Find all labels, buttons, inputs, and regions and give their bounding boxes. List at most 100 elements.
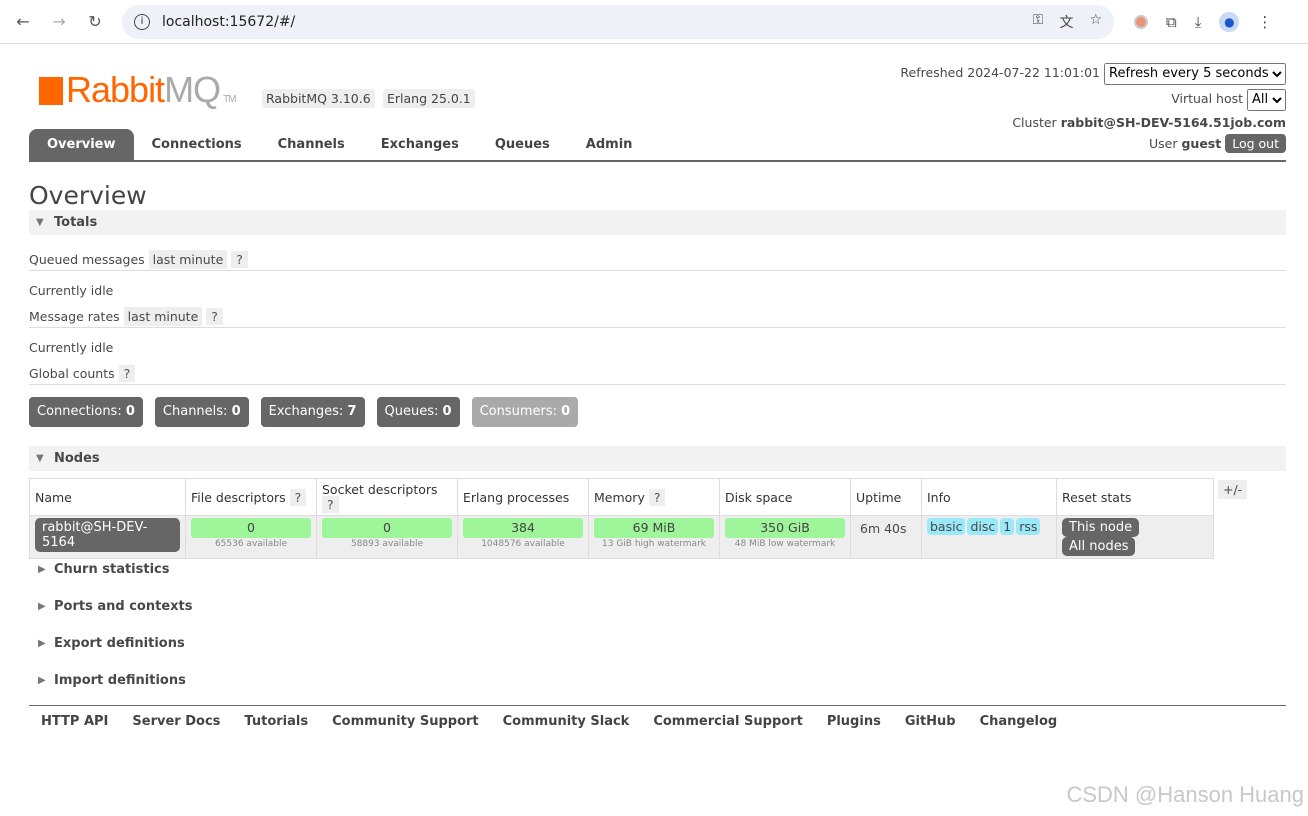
nodes-table: Name File descriptors ? Socket descripto…	[29, 478, 1214, 559]
disk-watermark: 48 MiB low watermark	[734, 539, 836, 549]
logo-text: Rabbit	[66, 69, 165, 110]
collapse-triangle-icon: ▼	[36, 453, 44, 464]
node-name-link[interactable]: rabbit@SH-DEV-5164	[35, 518, 180, 552]
footer-link-tutorials[interactable]: Tutorials	[244, 714, 308, 729]
vhost-label: Virtual host	[1171, 91, 1244, 106]
download-icon[interactable]: ⤓	[1195, 13, 1202, 31]
expand-triangle-icon: ▶	[38, 564, 46, 575]
rates-idle-text: Currently idle	[29, 340, 114, 355]
logout-button[interactable]: Log out	[1225, 134, 1286, 153]
tab-queues[interactable]: Queues	[477, 129, 568, 160]
nodes-section-header[interactable]: ▼ Nodes	[29, 446, 1286, 471]
help-button[interactable]: ?	[206, 308, 223, 325]
sd-available: 58893 available	[350, 539, 424, 549]
footer-link-community-support[interactable]: Community Support	[332, 714, 479, 729]
expand-triangle-icon: ▶	[38, 638, 46, 649]
footer-link-changelog[interactable]: Changelog	[980, 714, 1058, 729]
tab-exchanges[interactable]: Exchanges	[363, 129, 477, 160]
forward-icon[interactable]: →	[46, 12, 72, 31]
star-icon[interactable]: ☆	[1089, 12, 1102, 32]
footer-link-github[interactable]: GitHub	[905, 714, 956, 729]
profile-avatar-icon[interactable]: ●	[1219, 11, 1240, 32]
footer-link-community-slack[interactable]: Community Slack	[503, 714, 630, 729]
help-button[interactable]: ?	[118, 365, 136, 382]
address-bar[interactable]: i localhost:15672/#/ ⚿ 文 ☆	[122, 4, 1114, 39]
cluster-name: rabbit@SH-DEV-5164.51job.com	[1060, 115, 1286, 130]
help-button[interactable]: ?	[648, 488, 666, 506]
info-tag: rss	[1016, 518, 1041, 535]
expand-triangle-icon: ▶	[38, 601, 46, 612]
rabbitmq-logo[interactable]: Rabbit MQ TM	[39, 69, 237, 111]
queued-range-selector[interactable]: last minute	[148, 250, 228, 269]
info-tag: disc	[967, 518, 999, 535]
back-icon[interactable]: ←	[10, 12, 36, 31]
memory-watermark: 13 GiB high watermark	[602, 539, 706, 549]
export-definitions-section[interactable]: ▶ Export definitions	[29, 636, 185, 651]
menu-kebab-icon[interactable]: ⋮	[1257, 13, 1272, 31]
section-title: Import definitions	[54, 673, 186, 688]
column-toggle-button[interactable]: +/-	[1218, 480, 1248, 499]
queued-idle-text: Currently idle	[29, 283, 114, 298]
browser-toolbar: ← → ↻ i localhost:15672/#/ ⚿ 文 ☆ ⧉ ⤓ ● ⋮	[0, 0, 1308, 44]
connections-count-button[interactable]: Connections: 0	[29, 397, 143, 427]
footer-link-server-docs[interactable]: Server Docs	[132, 714, 220, 729]
rabbitmq-version: RabbitMQ 3.10.6	[262, 89, 375, 108]
queued-messages-label: Queued messages	[29, 252, 145, 267]
exchanges-count-button[interactable]: Exchanges: 7	[260, 397, 365, 427]
tab-admin[interactable]: Admin	[568, 129, 651, 160]
disk-bar: 350 GiB	[725, 518, 845, 538]
message-rates-label: Message rates	[29, 309, 120, 324]
help-button[interactable]: ?	[322, 496, 339, 513]
translate-icon[interactable]: 文	[1059, 12, 1073, 32]
col-uptime: Uptime	[850, 478, 922, 516]
import-definitions-section[interactable]: ▶ Import definitions	[29, 673, 186, 688]
site-info-icon[interactable]: i	[134, 13, 150, 30]
churn-statistics-section[interactable]: ▶ Churn statistics	[29, 562, 170, 577]
footer-link-commercial-support[interactable]: Commercial Support	[653, 714, 803, 729]
erlang-version: Erlang 25.0.1	[383, 89, 475, 108]
nodes-title: Nodes	[54, 451, 100, 466]
col-erlang-processes: Erlang processes	[457, 478, 589, 516]
url-text: localhost:15672/#/	[162, 13, 296, 30]
count-value: 0	[231, 404, 241, 419]
rates-range-selector[interactable]: last minute	[123, 307, 203, 326]
col-socket-descriptors: Socket descriptors ?	[316, 478, 458, 516]
refreshed-time: 2024-07-22 11:01:01	[967, 65, 1101, 80]
reload-icon[interactable]: ↻	[82, 12, 108, 31]
count-label: Connections:	[37, 404, 122, 419]
tab-connections[interactable]: Connections	[134, 129, 260, 160]
key-icon[interactable]: ⚿	[1033, 12, 1044, 32]
reset-this-node-button[interactable]: This node	[1062, 518, 1140, 537]
reset-all-nodes-button[interactable]: All nodes	[1062, 537, 1136, 556]
ports-contexts-section[interactable]: ▶ Ports and contexts	[29, 599, 192, 614]
col-reset-stats: Reset stats	[1056, 478, 1214, 516]
help-button[interactable]: ?	[231, 251, 248, 268]
header-label: File descriptors	[191, 489, 286, 505]
extensions-puzzle-icon[interactable]: ⧉	[1166, 13, 1177, 31]
header-label: Socket descriptors	[322, 482, 438, 497]
col-disk-space: Disk space	[719, 478, 851, 516]
channels-count-button[interactable]: Channels: 0	[154, 397, 249, 427]
tab-channels[interactable]: Channels	[260, 129, 363, 160]
header-label: Memory	[594, 489, 645, 505]
info-tag: basic	[927, 518, 966, 535]
footer-link-http-api[interactable]: HTTP API	[41, 714, 108, 729]
footer-link-plugins[interactable]: Plugins	[827, 714, 881, 729]
help-button[interactable]: ?	[289, 488, 307, 506]
global-counts-label: Global counts	[29, 366, 115, 381]
erlang-processes-bar: 384	[463, 518, 583, 538]
tab-overview[interactable]: Overview	[29, 129, 134, 160]
vhost-select[interactable]: All	[1247, 88, 1286, 111]
col-info: Info	[921, 478, 1057, 516]
refresh-interval-select[interactable]: Refresh every 5 seconds	[1104, 62, 1286, 85]
section-title: Export definitions	[54, 636, 185, 651]
extension-icon[interactable]	[1134, 14, 1148, 29]
rabbit-logo-icon	[39, 77, 63, 105]
count-label: Channels:	[162, 404, 228, 419]
totals-section-header[interactable]: ▼ Totals	[29, 210, 1286, 235]
main-tabs: Overview Connections Channels Exchanges …	[29, 129, 1286, 162]
logo-text-mq: MQ	[164, 69, 221, 110]
user-label: User	[1148, 136, 1178, 151]
queues-count-button[interactable]: Queues: 0	[376, 397, 460, 427]
count-value: 0	[561, 404, 571, 419]
